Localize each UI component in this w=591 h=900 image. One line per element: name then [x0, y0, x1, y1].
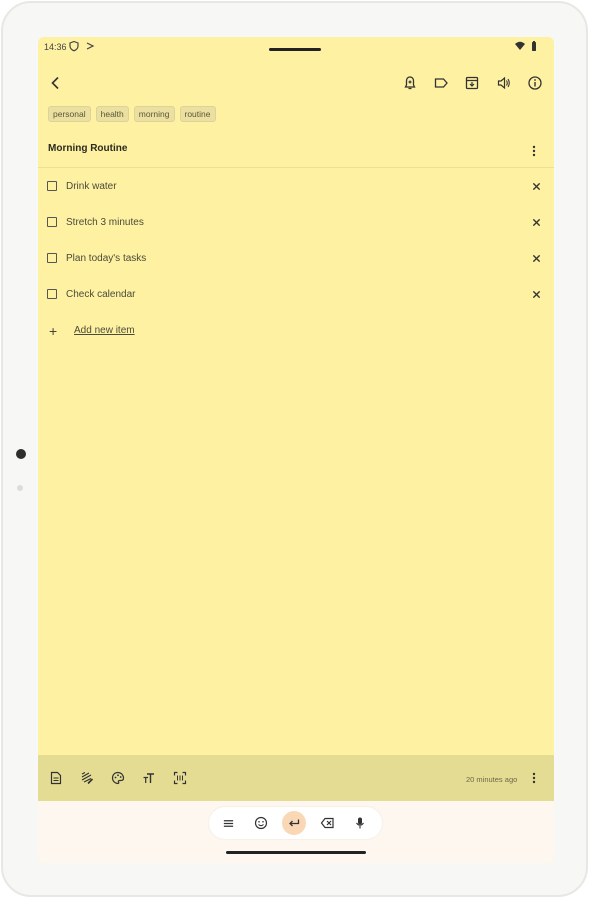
reminder-button[interactable]: [398, 71, 422, 95]
more-vert-icon: [532, 772, 536, 784]
tag-routine[interactable]: routine: [179, 106, 216, 122]
archive-icon: [465, 76, 479, 90]
add-item-row[interactable]: + Add new item: [38, 322, 554, 344]
tag-morning[interactable]: morning: [133, 106, 175, 122]
speaker-icon: [497, 76, 510, 90]
close-icon: [532, 254, 540, 262]
wifi-icon: [515, 41, 525, 50]
editor-bottom-bar: 20 minutes ago: [38, 755, 554, 801]
enter-button[interactable]: [282, 811, 306, 835]
item-text[interactable]: Stretch 3 minutes: [66, 217, 144, 228]
draw-button[interactable]: [79, 770, 95, 786]
remove-item-button[interactable]: [528, 178, 544, 194]
status-time: 14:36: [44, 42, 67, 52]
battery-icon: [532, 41, 536, 51]
remove-item-button[interactable]: [528, 286, 544, 302]
remove-item-button[interactable]: [528, 214, 544, 230]
note-toolbar: [38, 67, 554, 99]
note-options-button[interactable]: [524, 141, 544, 161]
note-title[interactable]: Morning Routine: [48, 143, 127, 154]
last-edited-text: 20 minutes ago: [466, 775, 518, 784]
label-icon: [434, 78, 448, 88]
note-type-button[interactable]: [48, 770, 64, 786]
palette-icon: [111, 771, 125, 785]
backspace-icon: [320, 817, 334, 829]
close-icon: [532, 290, 540, 298]
backspace-button[interactable]: [315, 811, 339, 835]
cast-status-icon: [86, 42, 95, 50]
item-text[interactable]: Drink water: [66, 181, 117, 192]
menu-button[interactable]: [216, 811, 240, 835]
info-icon: [528, 76, 542, 90]
plus-icon: +: [49, 323, 58, 339]
scan-icon: [173, 771, 187, 785]
more-options-button[interactable]: [526, 770, 542, 786]
item-checkbox[interactable]: [47, 289, 57, 299]
shield-status-icon: [69, 40, 79, 52]
add-item-link[interactable]: Add new item: [74, 325, 135, 336]
more-vert-icon: [532, 145, 536, 157]
note-type-icon: [50, 771, 62, 785]
emoji-icon: [254, 816, 268, 830]
menu-icon: [223, 819, 233, 827]
title-divider: [38, 167, 554, 168]
home-indicator[interactable]: [226, 851, 366, 854]
draw-icon: [81, 771, 94, 785]
tag-list: personal health morning routine: [48, 106, 216, 122]
navigation-area: [38, 801, 554, 863]
read-aloud-button[interactable]: [492, 71, 516, 95]
item-checkbox[interactable]: [47, 217, 57, 227]
mic-icon: [356, 817, 364, 829]
checklist-item: Plan today's tasks: [38, 246, 554, 274]
enter-icon: [289, 819, 300, 827]
checklist-item: Stretch 3 minutes: [38, 210, 554, 238]
text-format-button[interactable]: [141, 770, 157, 786]
sensor: [17, 485, 23, 491]
info-button[interactable]: [523, 71, 547, 95]
item-checkbox[interactable]: [47, 253, 57, 263]
status-bar: 14:36: [38, 37, 554, 57]
close-icon: [532, 182, 540, 190]
remove-item-button[interactable]: [528, 250, 544, 266]
tag-health[interactable]: health: [95, 106, 129, 122]
tag-personal[interactable]: personal: [48, 106, 91, 122]
close-icon: [532, 218, 540, 226]
mic-button[interactable]: [348, 811, 372, 835]
item-text[interactable]: Plan today's tasks: [66, 253, 146, 264]
label-button[interactable]: [429, 71, 453, 95]
emoji-button[interactable]: [249, 811, 273, 835]
item-text[interactable]: Check calendar: [66, 289, 135, 300]
front-camera: [16, 449, 26, 459]
checklist-item: Drink water: [38, 174, 554, 202]
checklist-item: Check calendar: [38, 282, 554, 310]
item-checkbox[interactable]: [47, 181, 57, 191]
keyboard-toolbar: [209, 807, 382, 839]
camera-pill: [269, 48, 321, 51]
back-button[interactable]: [44, 71, 68, 95]
reminder-icon: [404, 76, 416, 90]
back-icon: [51, 76, 59, 90]
note-screen: 14:36 personal health morning routine Mo…: [38, 37, 554, 863]
scan-button[interactable]: [172, 770, 188, 786]
archive-button[interactable]: [460, 71, 484, 95]
text-format-icon: [143, 773, 154, 783]
color-button[interactable]: [110, 770, 126, 786]
